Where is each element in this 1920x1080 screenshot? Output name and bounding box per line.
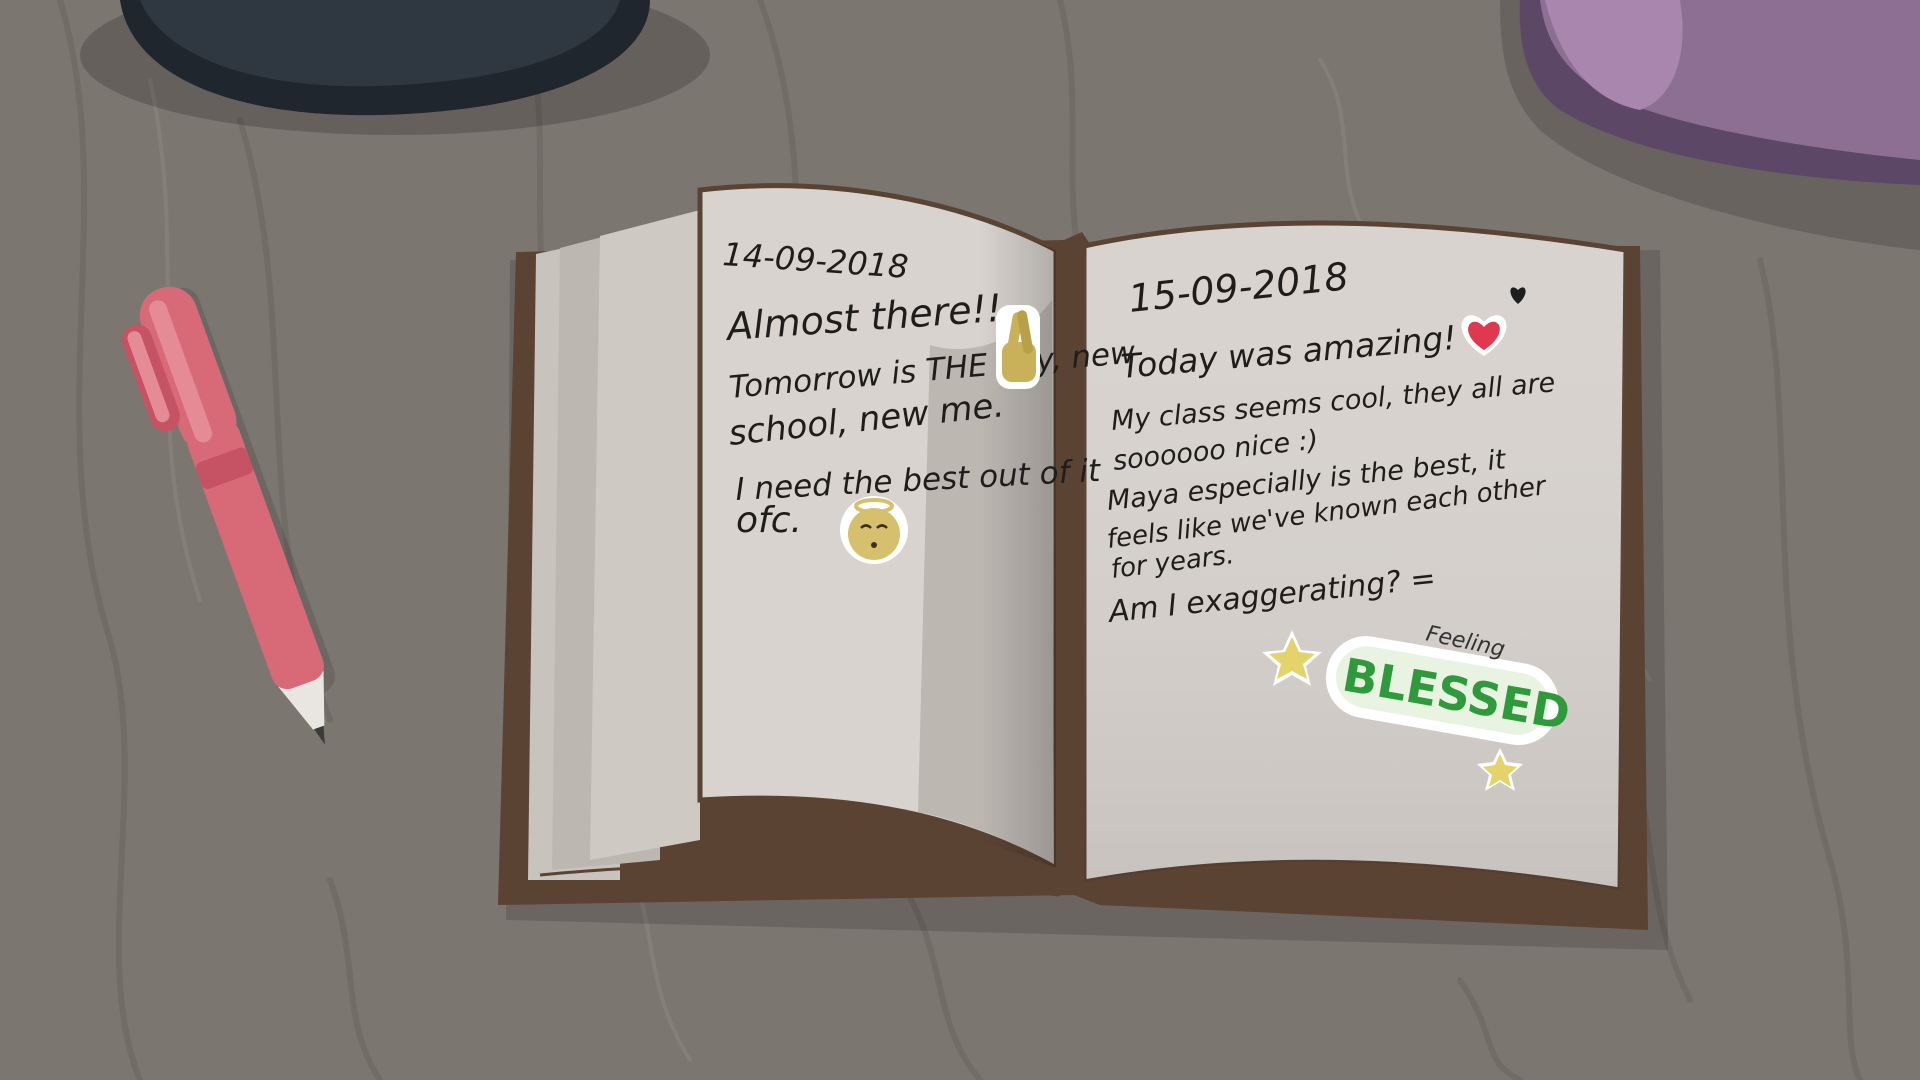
diary-scene: 14-09-2018 Almost there!! Tomorrow is TH…	[0, 0, 1920, 1080]
angel-face-sticker	[840, 496, 908, 564]
fingers-crossed-sticker	[996, 305, 1040, 389]
diary-illustration: 14-09-2018 Almost there!! Tomorrow is TH…	[0, 0, 1920, 1080]
left-page-stack	[528, 210, 700, 880]
left-page-line-5: ofc.	[736, 500, 802, 541]
